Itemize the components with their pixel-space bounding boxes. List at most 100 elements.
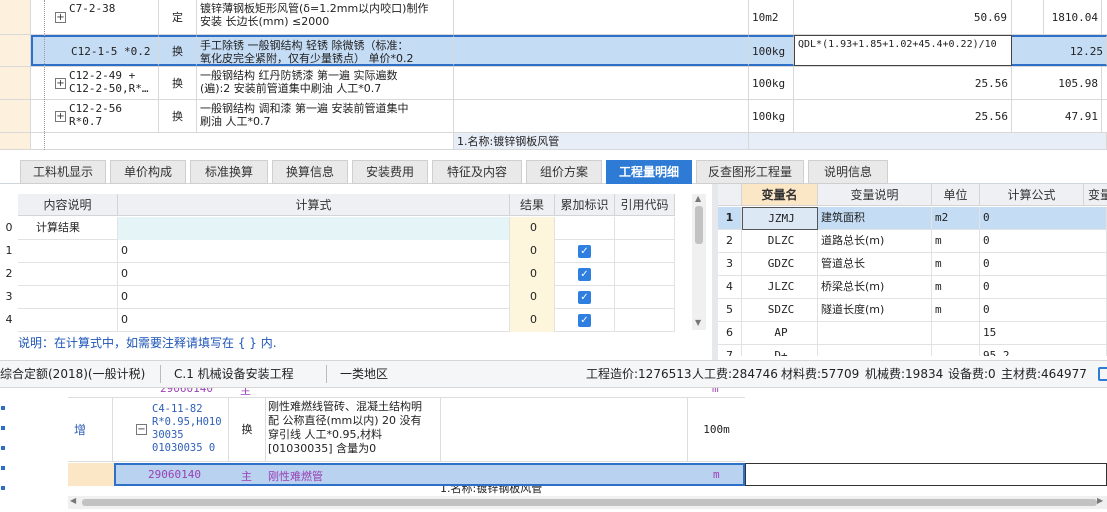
var-name[interactable]: AP (742, 322, 818, 345)
var-unit[interactable]: m (932, 299, 980, 322)
name-cell[interactable]: 一般钢结构 调和漆 第一遍 安装前管道集中 刷油 人工*0.7 (197, 100, 454, 132)
variable-row-selected[interactable]: 1 JZMJ 建筑面积 m2 0 (718, 207, 1107, 230)
calc-row[interactable]: 2 0 0 ✓ (6, 263, 675, 286)
var-unit[interactable]: m (932, 276, 980, 299)
table-row[interactable]: + C12-2-56 R*0.7 换 一般钢结构 调和漆 第一遍 安装前管道集中 … (0, 100, 1107, 133)
formula-input[interactable] (745, 463, 1107, 486)
tab-reverse-graphic[interactable]: 反查图形工程量 (696, 160, 804, 184)
feature-row[interactable]: 1.名称:镀锌钢板风管 (0, 133, 1107, 150)
var-desc[interactable]: 隧道长度(m) (818, 299, 932, 322)
variable-row[interactable]: 6 AP 15 (718, 322, 1107, 345)
calc-row[interactable]: 3 0 0 ✓ (6, 286, 675, 309)
variable-row[interactable]: 3 GDZC 管道总长 m 0 (718, 253, 1107, 276)
scroll-up-icon[interactable]: ▲ (695, 194, 701, 203)
calc-accum[interactable]: ✓ (555, 286, 615, 309)
variable-row[interactable]: 2 DLZC 道路总长(m) m 0 (718, 230, 1107, 253)
var-name[interactable]: JLZC (742, 276, 818, 299)
calc-row[interactable]: 0 计算结果 0 (6, 217, 675, 240)
scroll-down-icon[interactable]: ▼ (695, 318, 701, 327)
calc-accum[interactable]: ✓ (555, 309, 615, 332)
code-cell[interactable]: C4-11-82 R*0.95,H010 30035 01030035 0 (152, 403, 232, 455)
name-cell[interactable]: 手工除锈 一般钢结构 轻锈 除微锈（标准： 氧化皮完全紧附，仅有少量锈点） 单价… (197, 35, 454, 66)
name-cell[interactable]: 一般钢结构 红丹防锈漆 第一遍 实际遍数 (遍):2 安装前管道集中刷油 人工*… (197, 67, 454, 99)
calc-ref[interactable] (615, 309, 675, 332)
var-desc[interactable]: 建筑面积 (818, 207, 932, 230)
tab-conversion-info[interactable]: 换算信息 (272, 160, 348, 184)
calc-desc[interactable]: 计算结果 (18, 217, 118, 240)
variable-row[interactable]: 7 D+ 95.2 (718, 345, 1107, 356)
var-formula[interactable]: 0 (980, 230, 1107, 253)
calc-ref[interactable] (615, 217, 675, 240)
quota-standard[interactable]: 综合定额(2018)(一般计税) (0, 361, 145, 388)
calc-desc[interactable] (18, 309, 118, 332)
calc-expr[interactable] (118, 217, 510, 240)
calc-expr[interactable]: 0 (118, 240, 510, 263)
scroll-right-icon[interactable]: ▶ (1097, 496, 1103, 505)
calc-expr[interactable]: 0 (118, 263, 510, 286)
var-unit[interactable]: m (932, 230, 980, 253)
cut-row[interactable]: 29060140 主 m (68, 388, 745, 398)
var-name[interactable]: D+ (742, 345, 818, 356)
calc-desc[interactable] (18, 263, 118, 286)
tab-features[interactable]: 特征及内容 (432, 160, 522, 184)
var-formula[interactable]: 15 (980, 322, 1107, 345)
expand-icon[interactable]: + (55, 12, 66, 23)
tab-unit-price[interactable]: 单价构成 (110, 160, 186, 184)
var-desc[interactable]: 道路总长(m) (818, 230, 932, 253)
code-cell[interactable]: + C7-2-38 (31, 0, 159, 34)
code-cell[interactable]: C12-1-5 *0.2 (31, 35, 159, 66)
variable-row[interactable]: 4 JLZC 桥梁总长(m) m 0 (718, 276, 1107, 299)
checkbox-checked-icon[interactable]: ✓ (578, 291, 591, 304)
expand-icon[interactable]: + (55, 78, 66, 89)
variable-row[interactable]: 5 SDZC 隧道长度(m) m 0 (718, 299, 1107, 322)
tab-labor-material-machine[interactable]: 工料机显示 (20, 160, 106, 184)
var-desc[interactable] (818, 345, 932, 356)
tab-description[interactable]: 说明信息 (808, 160, 888, 184)
scroll-thumb[interactable] (695, 206, 703, 244)
table-row[interactable]: + C12-2-49 + C12-2-50,R*… 换 一般钢结构 红丹防锈漆 第… (0, 67, 1107, 100)
horizontal-scrollbar[interactable]: ◀ ▶ (68, 496, 1107, 509)
var-formula[interactable]: 0 (980, 253, 1107, 276)
tab-standard-conversion[interactable]: 标准换算 (190, 160, 268, 184)
var-desc[interactable]: 管道总长 (818, 253, 932, 276)
var-formula[interactable]: 0 (980, 276, 1107, 299)
checkbox-checked-icon[interactable]: ✓ (578, 245, 591, 258)
panel-splitter[interactable] (712, 184, 718, 360)
calc-expr[interactable]: 0 (118, 286, 510, 309)
vertical-scrollbar[interactable]: ▲ ▼ (692, 194, 706, 330)
project-type[interactable]: C.1 机械设备安装工程 (174, 361, 294, 388)
calc-accum[interactable]: ✓ (555, 240, 615, 263)
calc-ref[interactable] (615, 286, 675, 309)
calc-desc[interactable] (18, 286, 118, 309)
calc-row[interactable]: 4 0 0 ✓ (6, 309, 675, 332)
calc-ref[interactable] (615, 240, 675, 263)
region[interactable]: 一类地区 (340, 361, 388, 388)
checkbox-checked-icon[interactable]: ✓ (578, 268, 591, 281)
var-name[interactable]: GDZC (742, 253, 818, 276)
var-unit[interactable] (932, 322, 980, 345)
var-formula[interactable]: 0 (980, 207, 1107, 230)
table-row-selected[interactable]: C12-1-5 *0.2 换 手工除锈 一般钢结构 轻锈 除微锈（标准： 氧化皮… (0, 35, 1107, 67)
calc-row[interactable]: 1 0 0 ✓ (6, 240, 675, 263)
collapse-icon[interactable]: − (136, 424, 147, 435)
var-desc[interactable]: 桥梁总长(m) (818, 276, 932, 299)
name-cell[interactable]: 镀锌薄钢板矩形风管(δ=1.2mm以内咬口)制作 安装 长边长(mm) ≤200… (197, 0, 454, 34)
var-formula[interactable]: 95.2 (980, 345, 1107, 356)
calc-ref[interactable] (615, 263, 675, 286)
code-cell[interactable]: + C12-2-56 R*0.7 (31, 100, 159, 132)
var-name[interactable]: JZMJ (742, 207, 818, 230)
table-row[interactable]: 增 − C4-11-82 R*0.95,H010 30035 01030035 … (68, 398, 745, 462)
formula-input[interactable]: QDL*(1.93+1.85+1.02+45.4+0.22)/10 (794, 35, 1012, 66)
tab-install-fee[interactable]: 安装费用 (352, 160, 428, 184)
var-name[interactable]: DLZC (742, 230, 818, 253)
calc-expr[interactable]: 0 (118, 309, 510, 332)
scroll-left-icon[interactable]: ◀ (70, 496, 76, 505)
panel-toggle-icon[interactable] (1098, 367, 1107, 381)
tab-pricing-plan[interactable]: 组价方案 (526, 160, 602, 184)
calc-accum[interactable]: ✓ (555, 263, 615, 286)
scroll-thumb[interactable] (82, 499, 1097, 506)
name-cell[interactable]: 刚性难燃线管砖、混凝土结构明 配 公称直径(mm以内) 20 没有 穿引线 人工… (268, 400, 440, 456)
table-row[interactable]: + C7-2-38 定 镀锌薄钢板矩形风管(δ=1.2mm以内咬口)制作 安装 长… (0, 0, 1107, 35)
var-unit[interactable]: m2 (932, 207, 980, 230)
code-cell[interactable]: 29060140 (148, 468, 201, 481)
